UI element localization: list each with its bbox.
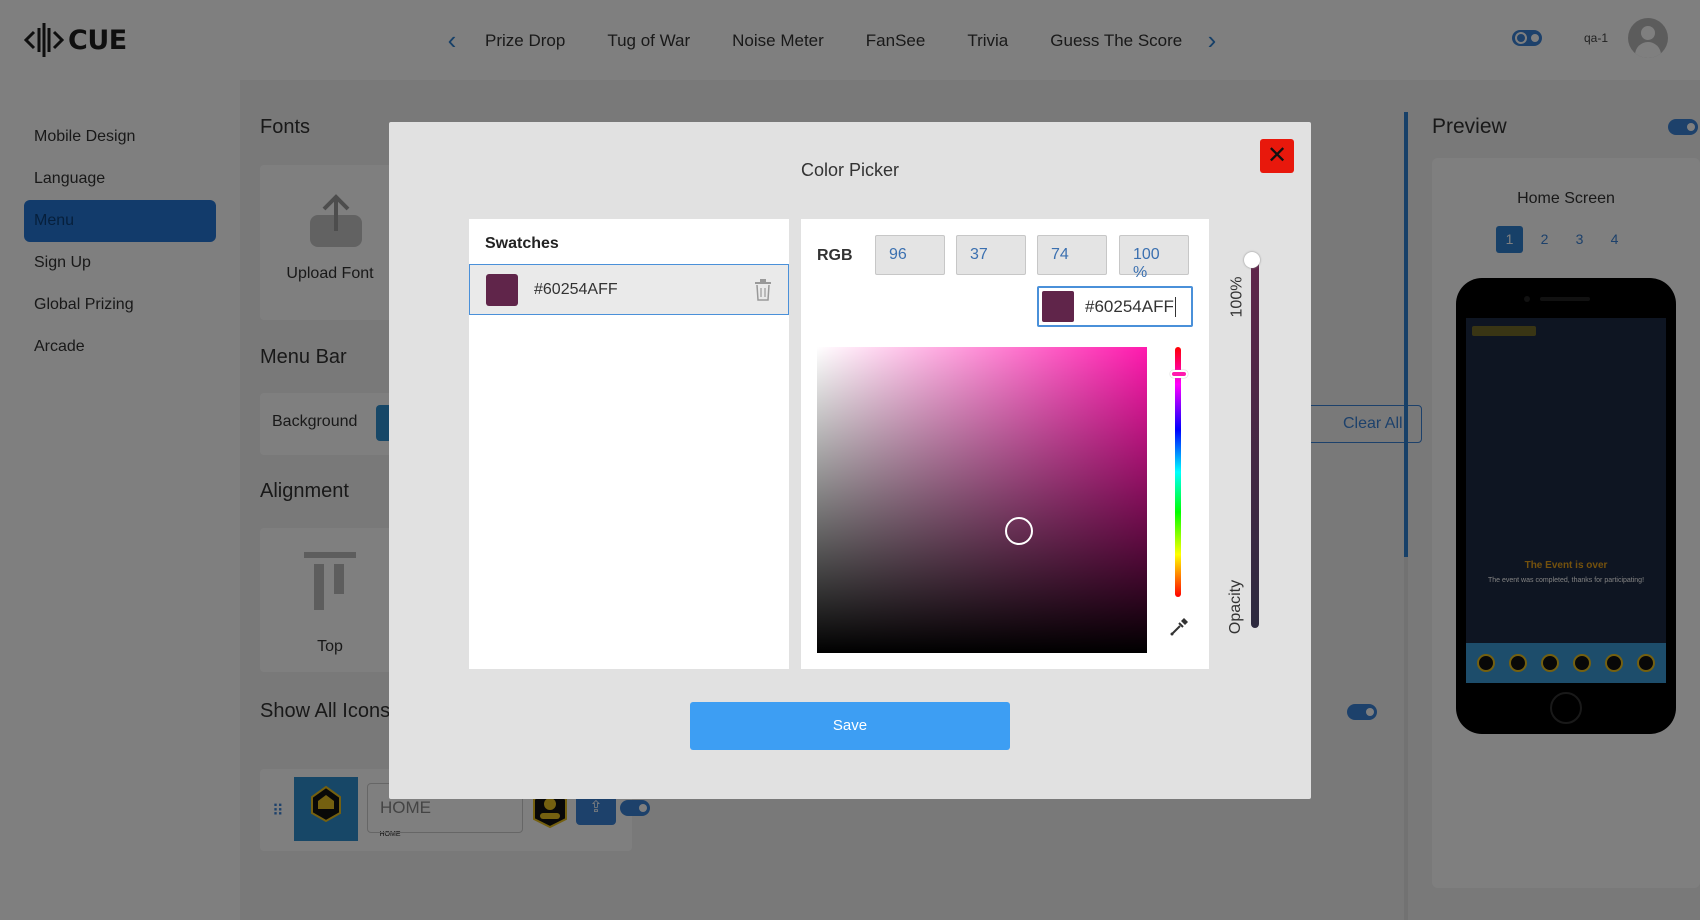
opacity-slider-handle[interactable] [1244,252,1260,268]
close-button[interactable]: ✕ [1260,139,1294,173]
saturation-value-area[interactable] [817,347,1147,653]
eyedropper-icon[interactable] [1169,617,1189,637]
swatch-color-chip [486,274,518,306]
opacity-slider[interactable] [1251,258,1259,628]
swatch-hex-label: #60254AFF [534,281,618,298]
modal-title: Color Picker [800,160,900,180]
opacity-label: Opacity [1227,579,1245,635]
color-picker-modal: Color Picker ✕ Swatches #60254AFF RGB 96… [389,122,1311,799]
opacity-value: 100% [1228,276,1246,318]
save-button[interactable]: Save [690,702,1010,750]
red-input[interactable]: 96 [875,235,945,275]
swatch-item[interactable]: #60254AFF [469,264,789,315]
hue-slider-handle[interactable] [1170,370,1188,378]
picker-panel: RGB 96 37 74 100 % #60254AFF [801,219,1209,669]
color-cursor[interactable] [1005,517,1033,545]
hex-color-chip [1042,291,1074,322]
swatches-title: Swatches [485,235,559,252]
swatches-panel: Swatches #60254AFF [469,219,789,669]
hue-slider[interactable] [1175,347,1181,597]
green-input[interactable]: 37 [956,235,1026,275]
blue-input[interactable]: 74 [1037,235,1107,275]
alpha-input[interactable]: 100 % [1119,235,1189,281]
trash-icon[interactable] [754,279,772,301]
rgb-label: RGB [817,247,853,264]
hex-input-value: #60254AFF [1085,297,1176,317]
hex-input[interactable]: #60254AFF [1037,286,1193,327]
